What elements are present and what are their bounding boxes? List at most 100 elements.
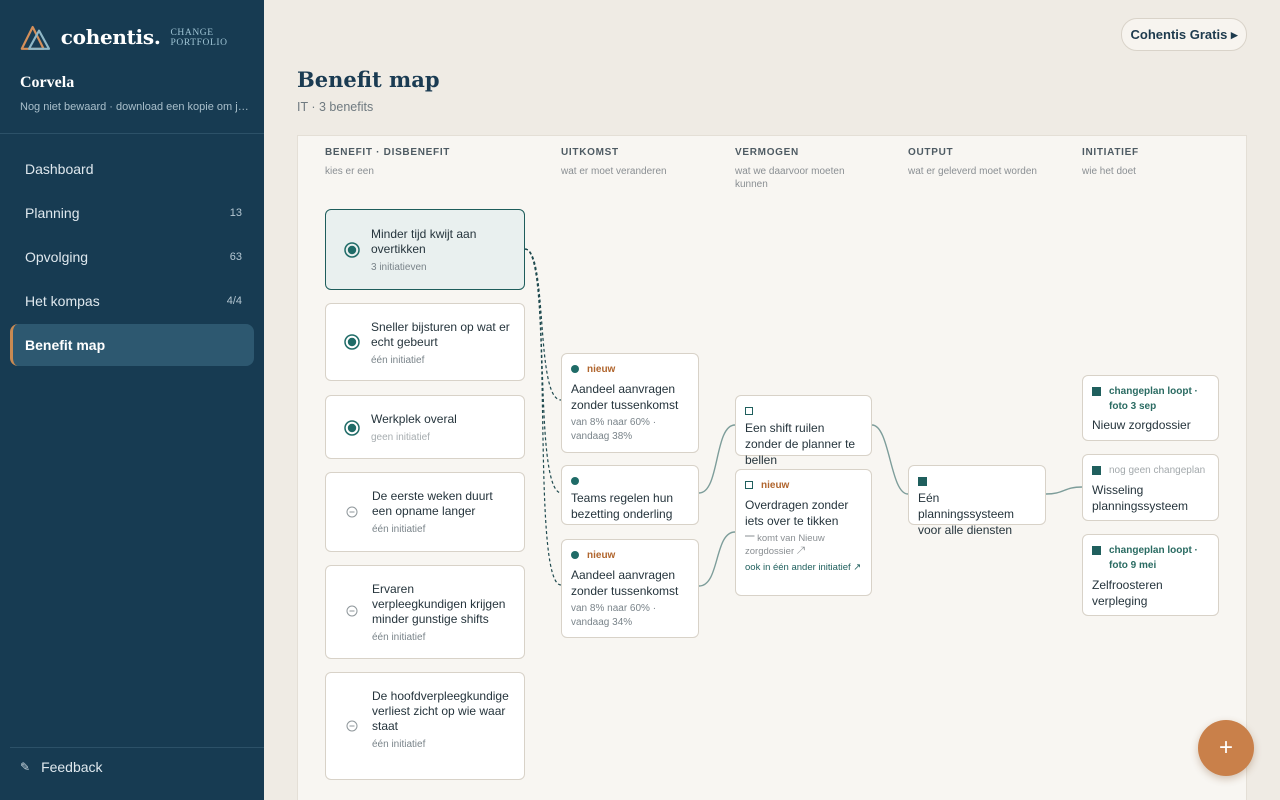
nav-item-label: Benefit map [25, 337, 106, 353]
initiative-title: Zelfroosteren verpleging [1092, 578, 1163, 608]
minus-circle-icon[interactable] [346, 506, 358, 518]
column-title: UITKOMST [561, 147, 619, 158]
column-header-output: OUTPUT wat er geleverd moet worden [908, 147, 1037, 178]
nav-item-label: Opvolging [25, 249, 89, 265]
capability-tag: nieuw [745, 478, 862, 492]
benefit-card[interactable]: Werkplek overal geen initiatief [325, 395, 525, 459]
capability-title: Overdragen zonder iets over te tikken [745, 498, 849, 528]
status-dot-icon [571, 551, 579, 559]
org-name: Corvela [20, 74, 75, 91]
outcome-title: Aandeel aanvragen zonder tussenkomst [571, 568, 679, 598]
column-header-uitkomst: UITKOMST wat er moet veranderen [561, 147, 667, 178]
initiative-status-label: nog geen changeplan [1109, 465, 1206, 476]
org-save-status[interactable]: Nog niet bewaard · download een kopie om… [20, 101, 252, 113]
benefit-content: Minder tijd kwijt aan overtikken 3 initi… [371, 227, 512, 275]
benefit-content: Sneller bijsturen op wat er echt gebeurt… [371, 320, 512, 368]
radio-selected-icon[interactable] [343, 241, 361, 259]
benefit-content: Werkplek overal geen initiatief [371, 412, 512, 445]
minus-circle-icon[interactable] [346, 720, 358, 732]
radio-icon[interactable] [343, 333, 361, 351]
capability-tag [745, 404, 862, 418]
benefit-initiative-count: één initiatief [371, 355, 425, 366]
page-title: Benefit map [297, 67, 440, 92]
square-outline-icon [745, 407, 753, 415]
disbenefit-card[interactable]: De hoofdverpleegkundige verliest zicht o… [325, 672, 525, 780]
square-filled-icon [918, 476, 927, 486]
disbenefit-initiative-count: één initiatief [372, 739, 426, 750]
cohentis-gratis-button[interactable]: Cohentis Gratis ▸ [1121, 18, 1247, 51]
initiative-title: Nieuw zorgdossier [1092, 418, 1191, 432]
add-button[interactable]: + [1198, 720, 1254, 776]
outcome-tag: nieuw [571, 548, 689, 562]
feedback-link[interactable]: ✎ Feedback [20, 759, 103, 775]
outcome-card[interactable]: Teams regelen hun bezetting onderling [561, 465, 699, 525]
disbenefit-card[interactable]: Ervaren verpleegkundigen krijgen minder … [325, 565, 525, 659]
column-subtitle: wat er geleverd moet worden [908, 166, 1037, 177]
capability-source-note[interactable]: ⎻ komt van Nieuw zorgdossier ↗ [745, 532, 862, 558]
org-info: Corvela Nog niet bewaard · download een … [20, 74, 252, 113]
capability-title: Een shift ruilen zonder de planner te be… [745, 421, 856, 467]
disbenefit-content: Ervaren verpleegkundigen krijgen minder … [372, 582, 512, 645]
brand-tagline: CHANGE PORTFOLIO [170, 28, 228, 48]
cohentis-logo-icon [20, 25, 51, 50]
disbenefit-content: De eerste weken duurt een opname langer … [372, 489, 512, 537]
minus-circle-icon[interactable] [346, 605, 358, 617]
new-label: nieuw [587, 549, 616, 561]
brand-name: cohentis. [60, 25, 161, 49]
disbenefit-initiative-count: één initiatief [372, 524, 426, 535]
initiative-card[interactable]: nog geen changeplan Wisseling planningss… [1082, 454, 1219, 521]
benefit-title: Werkplek overal [371, 412, 457, 426]
sidebar-divider [0, 133, 264, 134]
benefit-title: Sneller bijsturen op wat er echt gebeurt [371, 320, 510, 349]
pencil-icon: ✎ [20, 760, 31, 774]
nav-item-opvolging[interactable]: Opvolging 63 [10, 236, 254, 278]
capability-other-initiative-link[interactable]: ook in één ander initiatief ↗ [745, 561, 862, 574]
column-title: VERMOGEN [735, 147, 799, 158]
page-subtitle: IT · 3 benefits [297, 100, 374, 114]
sidebar-divider [10, 747, 264, 748]
column-subtitle: wat we daarvoor moeten kunnen [735, 166, 845, 190]
initiative-card[interactable]: changeplan loopt · foto 9 mei Zelfrooste… [1082, 534, 1219, 616]
column-header-vermogen: VERMOGEN wat we daarvoor moeten kunnen [735, 147, 865, 191]
initiative-status: nog geen changeplan [1092, 463, 1209, 478]
brand[interactable]: cohentis. CHANGE PORTFOLIO [20, 22, 264, 52]
nav-item-planning[interactable]: Planning 13 [10, 192, 254, 234]
disbenefit-title: Ervaren verpleegkundigen krijgen minder … [372, 582, 506, 626]
initiative-status: changeplan loopt · foto 3 sep [1092, 384, 1209, 414]
capability-card[interactable]: nieuw Overdragen zonder iets over te tik… [735, 469, 872, 596]
radio-icon[interactable] [343, 419, 361, 437]
square-filled-icon [1092, 466, 1101, 475]
benefit-card[interactable]: Minder tijd kwijt aan overtikken 3 initi… [325, 209, 525, 290]
outcome-tag [571, 474, 689, 488]
disbenefit-title: De eerste weken duurt een opname langer [372, 489, 493, 518]
disbenefit-content: De hoofdverpleegkundige verliest zicht o… [372, 689, 512, 752]
nav-item-benefit-map[interactable]: Benefit map [10, 324, 254, 366]
capability-card[interactable]: Een shift ruilen zonder de planner te be… [735, 395, 872, 467]
outcome-card[interactable]: nieuw Aandeel aanvragen zonder tussenkom… [561, 539, 699, 638]
nav-item-label: Planning [25, 205, 80, 221]
output-card[interactable]: Eén planningssysteem voor alle diensten [908, 465, 1046, 537]
nav-item-count: 13 [229, 207, 242, 219]
initiative-card[interactable]: changeplan loopt · foto 3 sep Nieuw zorg… [1082, 375, 1219, 441]
benefit-initiative-count: geen initiatief [371, 432, 430, 443]
column-title: BENEFIT · DISBENEFIT [325, 147, 451, 158]
nav-item-dashboard[interactable]: Dashboard [10, 148, 254, 190]
nav-item-label: Het kompas [25, 293, 100, 309]
new-label: nieuw [587, 363, 616, 375]
output-title: Eén planningssysteem voor alle diensten [918, 491, 1015, 537]
column-title: OUTPUT [908, 147, 954, 158]
nav-item-label: Dashboard [25, 161, 94, 177]
initiative-status: changeplan loopt · foto 9 mei [1092, 543, 1209, 573]
column-subtitle: kies er een [325, 166, 374, 177]
column-title: INITIATIEF [1082, 147, 1139, 158]
initiative-status-label: changeplan loopt · foto 9 mei [1109, 545, 1198, 571]
benefit-card[interactable]: Sneller bijsturen op wat er echt gebeurt… [325, 303, 525, 381]
disbenefit-initiative-count: één initiatief [372, 632, 426, 643]
disbenefit-card[interactable]: De eerste weken duurt een opname langer … [325, 472, 525, 552]
benefit-title: Minder tijd kwijt aan overtikken [371, 227, 477, 256]
nav-item-het-kompas[interactable]: Het kompas 4/4 [10, 280, 254, 322]
outcome-card[interactable]: nieuw Aandeel aanvragen zonder tussenkom… [561, 353, 699, 453]
status-dot-icon [571, 477, 579, 485]
square-filled-icon [1092, 546, 1101, 555]
initiative-title: Wisseling planningssysteem [1092, 483, 1189, 513]
